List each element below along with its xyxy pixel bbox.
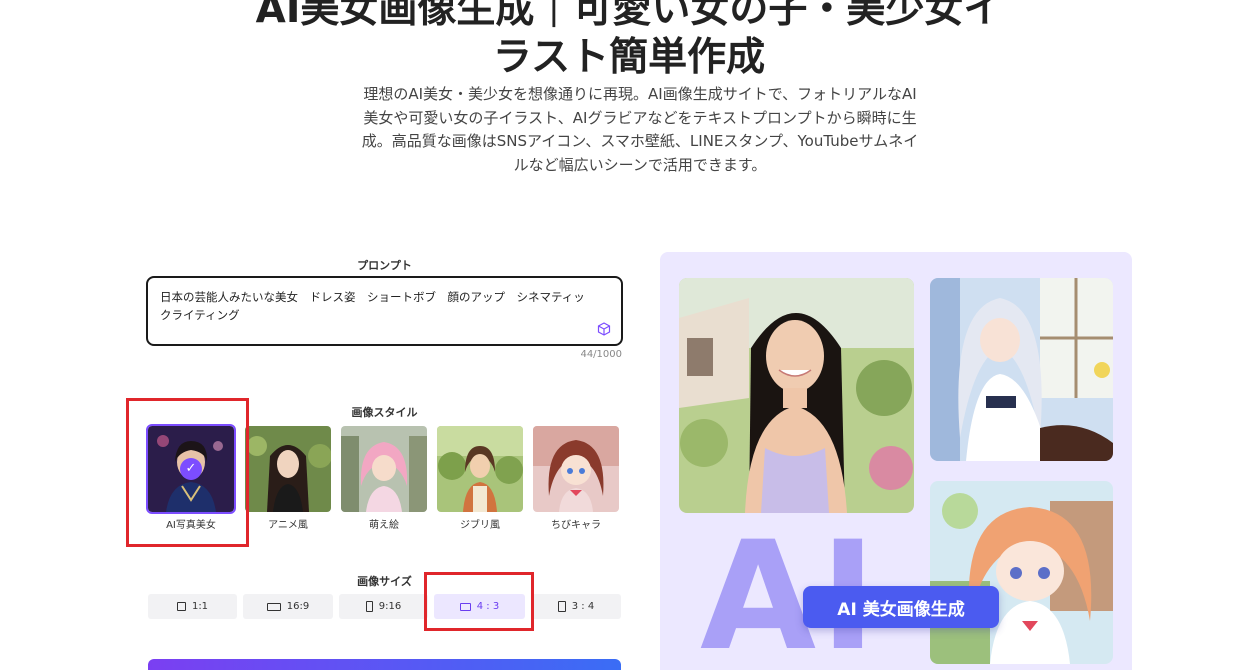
page: AI美女画像生成｜可愛い女の子・美少女イ ラスト簡単作成 理想のAI美女・美少女… bbox=[0, 0, 1258, 670]
size-option-1-1[interactable]: 1:1 bbox=[148, 594, 237, 619]
size-option-9-16[interactable]: 9:16 bbox=[339, 594, 428, 619]
style-option-label: 萌え絵 bbox=[369, 520, 399, 531]
prompt-label: プロンプト bbox=[357, 259, 412, 272]
generate-button[interactable] bbox=[148, 659, 621, 670]
square-icon bbox=[176, 602, 186, 611]
page-title-line2: ラスト簡単作成 bbox=[492, 35, 766, 80]
size-option-3-4[interactable]: 3 : 4 bbox=[531, 594, 621, 619]
page-title: AI美女画像生成｜可愛い女の子・美少女イ ラスト簡単作成 bbox=[0, 0, 1258, 82]
showcase-image-chibi-girl bbox=[930, 481, 1113, 664]
style-option-label: ちびキャラ bbox=[551, 520, 601, 531]
style-thumb-moe[interactable] bbox=[341, 426, 427, 512]
highlight-box-style bbox=[126, 398, 249, 547]
style-thumb-ghibli[interactable] bbox=[437, 426, 523, 512]
size-label: 画像サイズ bbox=[357, 575, 412, 588]
showcase-badge: AI 美女画像生成 bbox=[803, 586, 999, 628]
portrait-icon bbox=[365, 601, 373, 612]
prompt-text[interactable]: 日本の芸能人みたいな美女 ドレス姿 ショートボブ 顔のアップ シネマティックライ… bbox=[160, 288, 590, 324]
prompt-counter: 44/1000 bbox=[580, 349, 622, 360]
style-option-moe[interactable]: 萌え絵 bbox=[341, 426, 429, 531]
style-thumb-anime[interactable] bbox=[245, 426, 331, 512]
style-option-chibi[interactable]: ちびキャラ bbox=[533, 426, 621, 531]
style-option-label: ジブリ風 bbox=[460, 520, 500, 531]
size-option-label: 1:1 bbox=[191, 601, 209, 612]
showcase-image-anime-girl bbox=[930, 278, 1113, 461]
page-description: 理想のAI美女・美少女を想像通りに再現。AI画像生成サイトで、フォトリアルなAI… bbox=[361, 85, 919, 174]
cube-icon[interactable] bbox=[597, 322, 611, 336]
prompt-input[interactable]: 日本の芸能人みたいな美女 ドレス姿 ショートボブ 顔のアップ シネマティックライ… bbox=[146, 276, 623, 346]
style-thumb-chibi[interactable] bbox=[533, 426, 619, 512]
page-title-line1: AI美女画像生成｜可愛い女の子・美少女イ bbox=[255, 0, 1003, 32]
style-option-label: アニメ風 bbox=[268, 520, 308, 531]
showcase-image-photo-woman bbox=[679, 278, 914, 513]
portrait-icon bbox=[557, 601, 566, 612]
size-option-label: 16:9 bbox=[286, 601, 310, 612]
style-option-anime[interactable]: アニメ風 bbox=[245, 426, 333, 531]
showcase-panel: AI AI 美女画像生成 bbox=[660, 252, 1132, 670]
size-option-label: 3 : 4 bbox=[571, 601, 595, 612]
highlight-box-size bbox=[424, 572, 534, 631]
size-option-label: 9:16 bbox=[378, 601, 402, 612]
style-option-ghibli[interactable]: ジブリ風 bbox=[437, 426, 525, 531]
size-option-16-9[interactable]: 16:9 bbox=[243, 594, 333, 619]
landscape-icon bbox=[266, 602, 281, 611]
